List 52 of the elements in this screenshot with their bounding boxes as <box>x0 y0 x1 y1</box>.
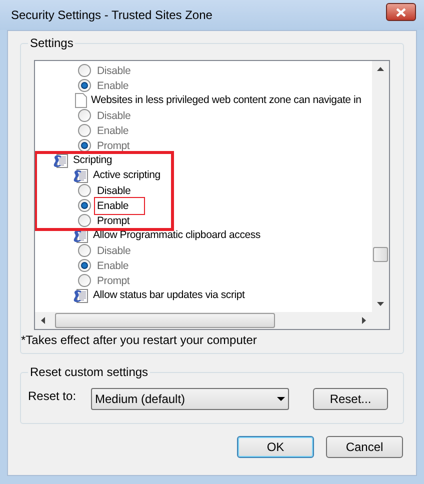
reset-level-dropdown[interactable]: Medium (default) <box>91 388 289 410</box>
option-label[interactable]: Enable <box>96 78 130 92</box>
setting-label[interactable]: Active scripting <box>93 168 160 184</box>
dropdown-arrow-icon <box>277 397 285 401</box>
setting-label[interactable]: Websites in less privileged web content zone can navigate in <box>91 92 362 108</box>
script-document-icon <box>53 152 69 168</box>
reset-button[interactable]: Reset... <box>313 388 388 410</box>
radio-button[interactable] <box>78 124 91 137</box>
option-label[interactable]: Disable <box>96 108 132 122</box>
page-icon <box>75 93 87 108</box>
script-document-icon <box>73 168 89 184</box>
horizontal-scrollbar[interactable] <box>35 312 372 329</box>
dialog-button[interactable]: Cancel <box>326 436 403 458</box>
radio-button[interactable] <box>78 109 91 122</box>
scroll-thumb[interactable] <box>55 313 275 328</box>
option-label[interactable]: Enable <box>96 198 142 212</box>
restart-note: *Takes effect after you restart your computer <box>21 333 258 347</box>
option-label[interactable]: Disable <box>96 244 132 258</box>
radio-button[interactable] <box>78 139 91 152</box>
option-label[interactable]: Enable <box>96 124 130 138</box>
field-label: Reset to: <box>28 388 78 405</box>
option-label[interactable]: Prompt <box>96 214 131 228</box>
window-title: Security Settings - Trusted Sites Zone <box>11 7 212 24</box>
close-icon <box>396 8 406 16</box>
radio-button[interactable] <box>78 184 91 197</box>
radio-button[interactable] <box>78 274 91 287</box>
option-label[interactable]: Prompt <box>96 274 131 288</box>
setting-label[interactable]: Allow status bar updates via script <box>93 288 245 304</box>
option-label[interactable]: Prompt <box>96 138 131 152</box>
radio-button[interactable] <box>78 214 91 227</box>
scroll-up-arrow-icon[interactable] <box>377 67 384 71</box>
radio-button[interactable] <box>78 244 91 257</box>
setting-label[interactable]: Allow Programmatic clipboard access <box>93 228 260 244</box>
radio-button[interactable] <box>78 199 91 212</box>
radio-button[interactable] <box>78 79 91 92</box>
radio-button[interactable] <box>78 259 91 272</box>
scroll-left-arrow-icon[interactable] <box>41 317 45 324</box>
option-label[interactable]: Disable <box>96 64 132 78</box>
option-label[interactable]: Enable <box>96 258 130 272</box>
dialog-button[interactable]: OK <box>237 436 314 458</box>
vertical-scrollbar[interactable] <box>372 61 389 312</box>
scroll-right-arrow-icon[interactable] <box>362 317 366 324</box>
category-label[interactable]: Scripting <box>73 152 112 168</box>
scroll-down-arrow-icon[interactable] <box>377 302 384 306</box>
script-document-icon <box>73 288 89 304</box>
close-button[interactable] <box>386 3 416 21</box>
group-label: Settings <box>28 36 76 50</box>
group-label: Reset custom settings <box>28 365 150 379</box>
scroll-thumb[interactable] <box>373 247 388 262</box>
settings-list[interactable] <box>34 60 390 330</box>
radio-button[interactable] <box>78 64 91 77</box>
option-label[interactable]: Disable <box>96 184 132 198</box>
